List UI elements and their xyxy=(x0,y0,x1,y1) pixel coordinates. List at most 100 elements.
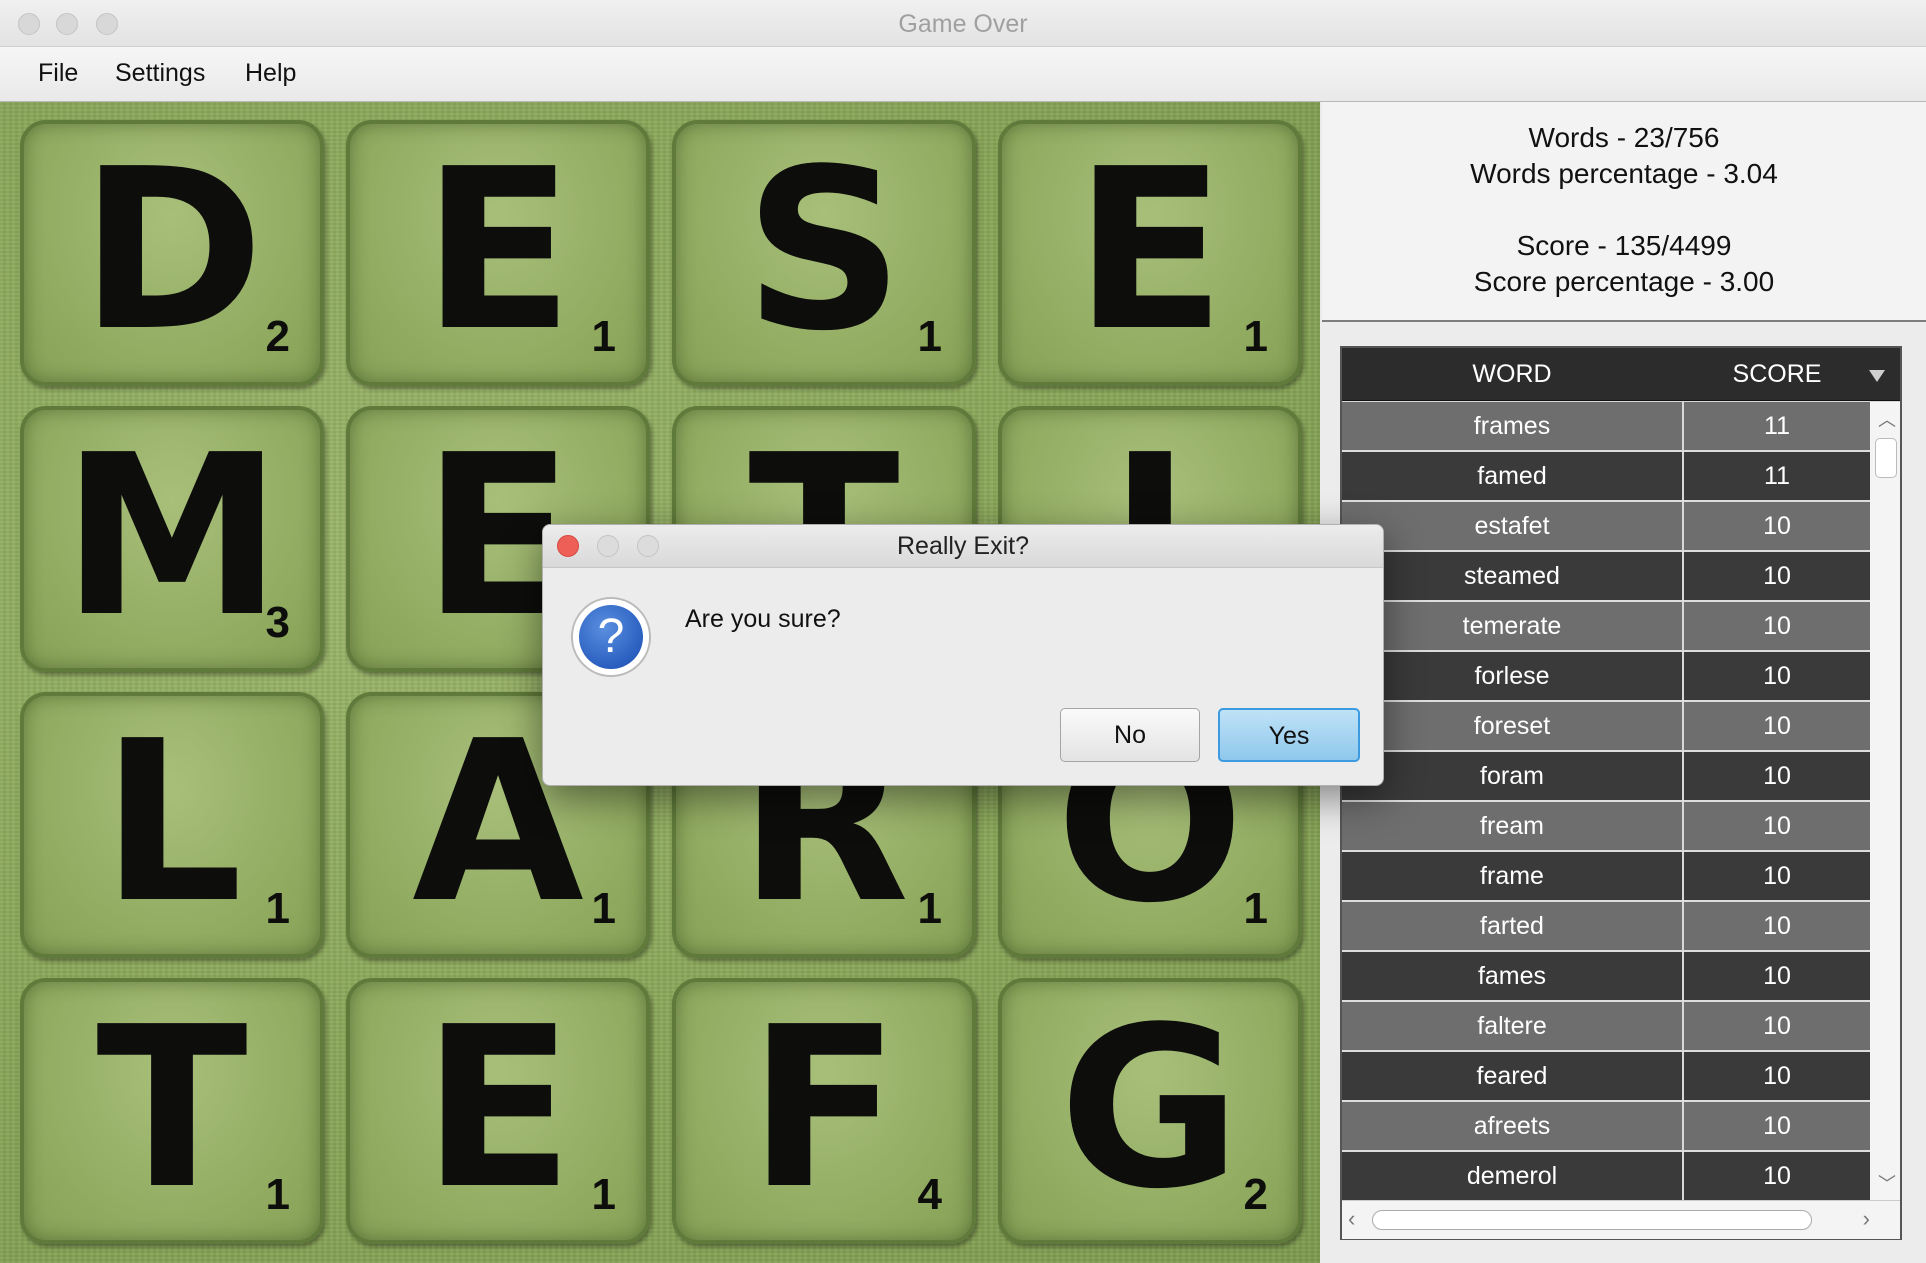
words-count: Words - 23/756 xyxy=(1528,122,1720,153)
tile-points: 1 xyxy=(591,1170,616,1219)
table-row[interactable]: foram 10 xyxy=(1342,752,1870,802)
table-row[interactable]: fames 10 xyxy=(1342,952,1870,1002)
word-cell: foram xyxy=(1342,752,1684,800)
sort-descending-icon[interactable] xyxy=(1869,370,1885,382)
vertical-scroll-thumb[interactable] xyxy=(1875,438,1897,478)
score-column-header[interactable]: SCORE xyxy=(1684,360,1870,389)
score-cell: 10 xyxy=(1763,562,1791,590)
scroll-right-icon[interactable]: › xyxy=(1863,1206,1870,1232)
score-cell: 10 xyxy=(1763,1162,1791,1190)
letter-tile[interactable]: L1 xyxy=(20,692,324,958)
word-cell: demerol xyxy=(1342,1152,1684,1200)
table-header: WORD SCORE xyxy=(1342,348,1900,401)
scroll-up-icon[interactable]: ︿ xyxy=(1878,406,1896,432)
scroll-down-icon[interactable]: ﹀ xyxy=(1878,1170,1896,1196)
letter-tile[interactable]: T1 xyxy=(20,978,324,1244)
table-row[interactable]: steamed 10 xyxy=(1342,552,1870,602)
menu-file[interactable]: File xyxy=(38,59,78,88)
word-cell: temerate xyxy=(1342,602,1684,650)
letter-tile[interactable]: E1 xyxy=(998,120,1302,386)
word-cell: afreets xyxy=(1342,1102,1684,1150)
letter-tile[interactable]: D2 xyxy=(20,120,324,386)
word-cell: foreset xyxy=(1342,702,1684,750)
game-window: Game Over File Settings Help D2E1S1E1M3E… xyxy=(0,0,1926,1263)
table-row[interactable]: feared 10 xyxy=(1342,1052,1870,1102)
words-percentage: Words percentage - 3.04 xyxy=(1470,158,1778,189)
letter-tile[interactable]: E1 xyxy=(346,978,650,1244)
table-row[interactable]: demerol 10 xyxy=(1342,1152,1870,1200)
yes-button[interactable]: Yes xyxy=(1218,708,1360,762)
horizontal-scrollbar[interactable]: ‹ › xyxy=(1342,1200,1900,1239)
dialog-title-bar: Really Exit? xyxy=(543,525,1383,568)
word-column-header[interactable]: WORD xyxy=(1342,360,1682,389)
dialog-title: Really Exit? xyxy=(897,532,1029,560)
tile-points: 1 xyxy=(265,1170,290,1219)
letter-tile[interactable]: F4 xyxy=(672,978,976,1244)
tile-points: 1 xyxy=(591,884,616,933)
score-cell: 10 xyxy=(1763,962,1791,990)
letter-tile[interactable]: G2 xyxy=(998,978,1302,1244)
menu-help[interactable]: Help xyxy=(245,59,296,88)
table-row[interactable]: frame 10 xyxy=(1342,852,1870,902)
word-cell: famed xyxy=(1342,452,1684,500)
table-row[interactable]: farted 10 xyxy=(1342,902,1870,952)
score-cell: 10 xyxy=(1763,1062,1791,1090)
tile-points: 3 xyxy=(265,598,290,647)
tile-points: 2 xyxy=(265,312,290,361)
word-cell: frames xyxy=(1342,402,1684,450)
stats-panel: Words - 23/756 Words percentage - 3.04 S… xyxy=(1322,102,1926,322)
word-cell: frame xyxy=(1342,852,1684,900)
horizontal-scroll-thumb[interactable] xyxy=(1372,1210,1812,1230)
score-cell: 10 xyxy=(1763,662,1791,690)
letter-tile[interactable]: S1 xyxy=(672,120,976,386)
word-cell: fames xyxy=(1342,952,1684,1000)
letter-tile[interactable]: M3 xyxy=(20,406,324,672)
table-row[interactable]: frames 11 xyxy=(1342,402,1870,452)
table-row[interactable]: afreets 10 xyxy=(1342,1102,1870,1152)
score-cell: 10 xyxy=(1763,712,1791,740)
word-cell: faltere xyxy=(1342,1002,1684,1050)
table-row[interactable]: fream 10 xyxy=(1342,802,1870,852)
score-cell: 10 xyxy=(1763,912,1791,940)
tile-points: 1 xyxy=(591,312,616,361)
word-cell: feared xyxy=(1342,1052,1684,1100)
table-row[interactable]: forlese 10 xyxy=(1342,652,1870,702)
score-percentage: Score percentage - 3.00 xyxy=(1473,266,1775,297)
score-cell: 10 xyxy=(1763,762,1791,790)
table-row[interactable]: temerate 10 xyxy=(1342,602,1870,652)
score-count: Score - 135/4499 xyxy=(1516,230,1732,261)
tile-points: 1 xyxy=(917,884,942,933)
word-cell: forlese xyxy=(1342,652,1684,700)
no-button[interactable]: No xyxy=(1060,708,1200,762)
word-cell: estafet xyxy=(1342,502,1684,550)
letter-tile[interactable]: E1 xyxy=(346,120,650,386)
tile-points: 1 xyxy=(1243,884,1268,933)
tile-points: 1 xyxy=(265,884,290,933)
menu-settings[interactable]: Settings xyxy=(115,59,205,88)
dialog-message: Are you sure? xyxy=(685,605,841,633)
word-cell: fream xyxy=(1342,802,1684,850)
tile-points: 4 xyxy=(917,1170,942,1219)
score-cell: 10 xyxy=(1763,812,1791,840)
table-rows: frames 11 famed 11 estafet 10 steamed 10 temerat… xyxy=(1342,402,1870,1200)
word-cell: steamed xyxy=(1342,552,1684,600)
scroll-left-icon[interactable]: ‹ xyxy=(1348,1206,1355,1232)
score-cell: 10 xyxy=(1763,1012,1791,1040)
table-row[interactable]: faltere 10 xyxy=(1342,1002,1870,1052)
menu-bar: File Settings Help xyxy=(0,47,1926,102)
tile-points: 2 xyxy=(1243,1170,1268,1219)
question-icon: ? xyxy=(571,597,651,677)
tile-points: 1 xyxy=(917,312,942,361)
table-row[interactable]: estafet 10 xyxy=(1342,502,1870,552)
score-cell: 10 xyxy=(1763,1112,1791,1140)
score-cell: 10 xyxy=(1763,862,1791,890)
table-row[interactable]: famed 11 xyxy=(1342,452,1870,502)
vertical-scrollbar[interactable]: ︿ ﹀ xyxy=(1870,402,1900,1200)
title-bar: Game Over xyxy=(0,0,1926,47)
word-cell: farted xyxy=(1342,902,1684,950)
table-row[interactable]: foreset 10 xyxy=(1342,702,1870,752)
score-cell: 11 xyxy=(1764,462,1790,490)
score-cell: 10 xyxy=(1763,612,1791,640)
score-cell: 10 xyxy=(1763,512,1791,540)
exit-dialog: Really Exit? ? Are you sure? No Yes xyxy=(542,524,1384,786)
